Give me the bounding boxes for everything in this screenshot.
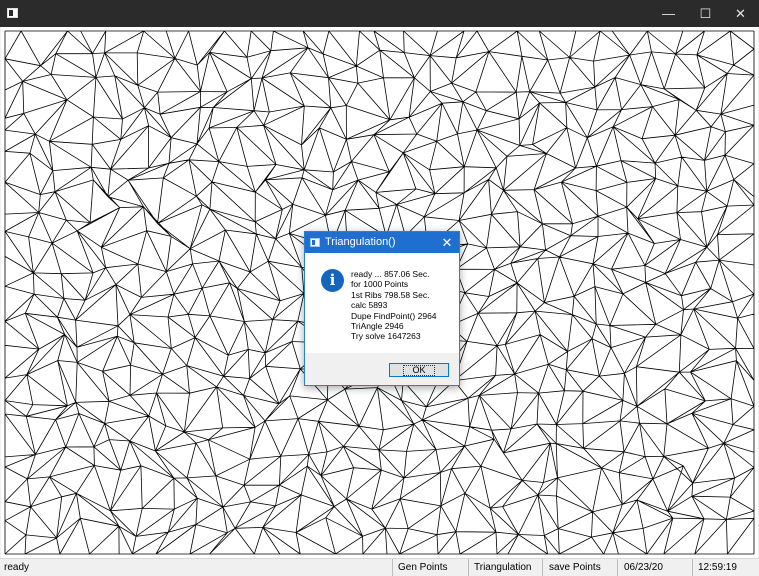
maximize-button[interactable]: ☐ (687, 0, 724, 27)
date-status: 06/23/20 (617, 559, 692, 576)
dialog-close-button[interactable]: ✕ (439, 232, 455, 253)
dialog-body: i ready ... 857.06 Sec. for 1000 Points … (305, 253, 459, 353)
app-icon[interactable] (7, 8, 18, 18)
message-line: Dupe FindPoint() 2964 (351, 310, 437, 321)
minimize-button[interactable]: — (650, 0, 687, 27)
ok-button[interactable]: OK (389, 363, 449, 377)
message-line: calc 5893 (351, 300, 388, 311)
gen-points-status[interactable]: Gen Points (392, 559, 468, 576)
close-button[interactable]: ✕ (722, 0, 759, 27)
ok-label: OK (403, 365, 435, 376)
triangulation-dialog[interactable]: Triangulation() ✕ i ready ... 857.06 Sec… (304, 231, 460, 386)
message-line: TriAngle 2946 (351, 321, 404, 332)
message-line: for 1000 Points (351, 279, 409, 290)
save-points-status[interactable]: save Points (542, 559, 617, 576)
triangulation-status[interactable]: Triangulation (468, 559, 542, 576)
status-text: ready (4, 562, 30, 573)
dialog-titlebar[interactable]: Triangulation() ✕ (305, 232, 459, 253)
message-line: ready ... 857.06 Sec. (351, 269, 430, 279)
information-icon: i (321, 269, 344, 292)
window-titlebar[interactable]: — ☐ ✕ (0, 0, 759, 27)
dialog-title: Triangulation() (325, 236, 396, 248)
status-bar: ready Gen Points Triangulation save Poin… (0, 558, 759, 576)
time-status: 12:59:19 (692, 559, 759, 576)
dialog-app-icon (310, 238, 320, 247)
message-line: Try solve 1647263 (351, 331, 421, 342)
message-line: 1st Ribs 798.58 Sec. (351, 289, 430, 300)
dialog-message: ready ... 857.06 Sec. for 1000 Points 1s… (351, 269, 437, 342)
